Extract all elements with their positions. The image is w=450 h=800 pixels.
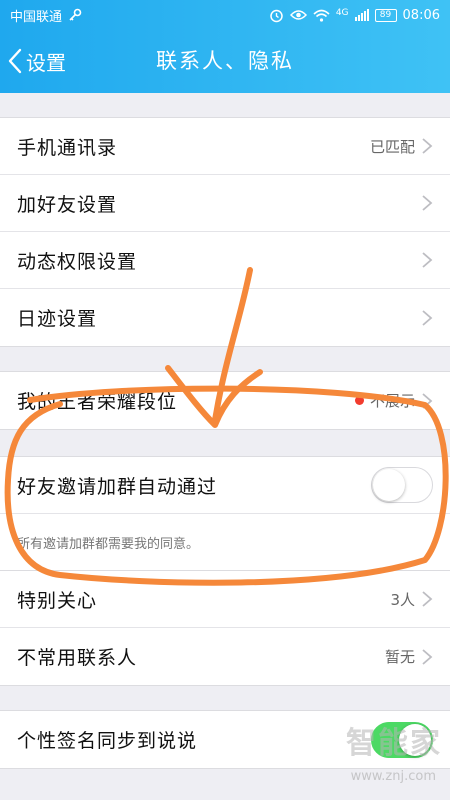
- chevron-right-icon: [422, 392, 433, 409]
- alarm-icon: [270, 9, 283, 22]
- row-value: 已匹配: [369, 137, 415, 156]
- page-title: 联系人、隐私: [156, 49, 294, 73]
- row-value: 3人: [390, 590, 415, 609]
- chevron-right-icon: [422, 591, 433, 607]
- contacts-group: 手机通讯录 已匹配 加好友设置 动态权限设置 日迹设置: [0, 117, 450, 347]
- row-special-care[interactable]: 特别关心 3人: [0, 571, 450, 628]
- chevron-right-icon: [422, 648, 433, 665]
- chevron-right-icon: [422, 309, 433, 326]
- row-add-friend-settings[interactable]: 加好友设置: [0, 175, 450, 232]
- row-label: 个性签名同步到说说: [17, 730, 198, 752]
- signal-icon: [354, 9, 369, 21]
- clock: 08:06: [402, 7, 440, 23]
- nav-bar: 设置 联系人、隐私: [0, 30, 450, 93]
- row-phone-contacts[interactable]: 手机通讯录 已匹配: [0, 118, 450, 175]
- status-bar: 中国联通 4G 89 08:06: [0, 0, 450, 30]
- watermark-url: www.znj.com: [350, 769, 436, 784]
- row-group-invite-auto: 好友邀请加群自动通过: [0, 457, 450, 514]
- group-invite-group: 好友邀请加群自动通过 所有邀请加群都需要我的同意。: [0, 456, 450, 571]
- row-label: 特别关心: [17, 589, 98, 612]
- carrier-label: 中国联通: [10, 9, 63, 25]
- row-value: 不展示: [369, 392, 415, 410]
- special-group: 特别关心 3人 不常用联系人 暂无: [0, 570, 450, 686]
- chevron-right-icon: [422, 138, 433, 154]
- red-dot-badge: [354, 396, 364, 405]
- row-infrequent-contacts[interactable]: 不常用联系人 暂无: [0, 628, 450, 685]
- row-game-rank[interactable]: 我的王者荣耀段位 不展示: [0, 372, 450, 429]
- battery-icon: 89: [374, 8, 397, 22]
- key-icon: [69, 8, 82, 21]
- row-label: 不常用联系人: [17, 647, 138, 669]
- row-label: 日迹设置: [17, 308, 98, 330]
- row-label: 动态权限设置: [17, 250, 138, 273]
- row-label: 好友邀请加群自动通过: [17, 475, 218, 498]
- row-label: 我的王者荣耀段位: [17, 391, 178, 413]
- row-daily-trace-settings[interactable]: 日迹设置: [0, 289, 450, 346]
- row-label: 加好友设置: [17, 193, 118, 216]
- wifi-icon: [313, 9, 330, 22]
- group-invite-hint: 所有邀请加群都需要我的同意。: [0, 514, 450, 570]
- game-rank-group: 我的王者荣耀段位 不展示: [0, 371, 450, 430]
- eye-icon: [289, 10, 307, 20]
- watermark-logo: 智能家: [346, 726, 442, 761]
- row-feed-permissions[interactable]: 动态权限设置: [0, 232, 450, 289]
- toggle-knob: [373, 469, 405, 501]
- network-type-label: 4G: [335, 7, 349, 18]
- row-value: 暂无: [384, 648, 415, 666]
- row-label: 手机通讯录: [17, 136, 118, 159]
- group-invite-toggle[interactable]: [371, 467, 433, 503]
- chevron-right-icon: [422, 195, 433, 211]
- chevron-right-icon: [422, 252, 433, 268]
- battery-level: 89: [379, 9, 392, 20]
